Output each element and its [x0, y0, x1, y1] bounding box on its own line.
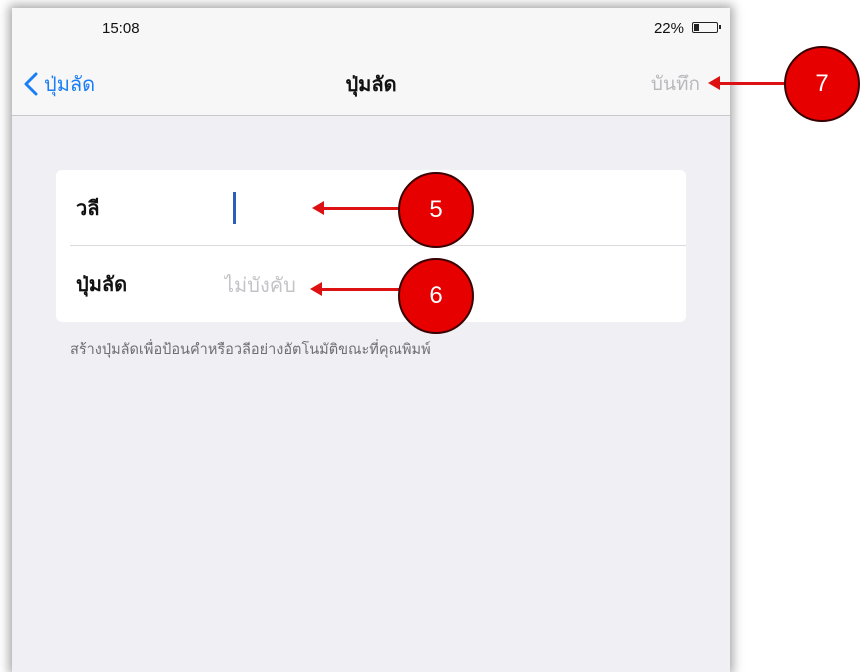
- save-button[interactable]: บันทึก: [651, 69, 700, 99]
- navigation-bar: ปุ่มลัด ปุ่มลัด บันทึก: [12, 54, 730, 116]
- status-bar: 15:08 22%: [12, 8, 730, 54]
- shortcut-footnote: สร้างปุ่มลัดเพื่อป้อนคำหรือวลีอย่างอัตโน…: [70, 342, 431, 358]
- callout-badge-7: 7: [784, 46, 860, 122]
- battery-percent: 22%: [653, 20, 684, 37]
- phrase-label: วลี: [76, 196, 100, 220]
- shortcut-label: ปุ่มลัด: [76, 272, 128, 296]
- text-cursor: [233, 192, 236, 224]
- battery-icon: [692, 22, 721, 33]
- callout-badge-6: 6: [398, 258, 474, 334]
- status-time: 15:08: [102, 20, 140, 37]
- shortcut-row[interactable]: ปุ่มลัด: [56, 246, 686, 322]
- shortcut-form: วลี ปุ่มลัด: [56, 170, 686, 322]
- ios-screen: 15:08 22% ปุ่มลัด ปุ่มลัด บันทึก วลี ปุ่…: [12, 8, 730, 672]
- callout-badge-5: 5: [398, 172, 474, 248]
- page-title: ปุ่มลัด: [345, 72, 397, 96]
